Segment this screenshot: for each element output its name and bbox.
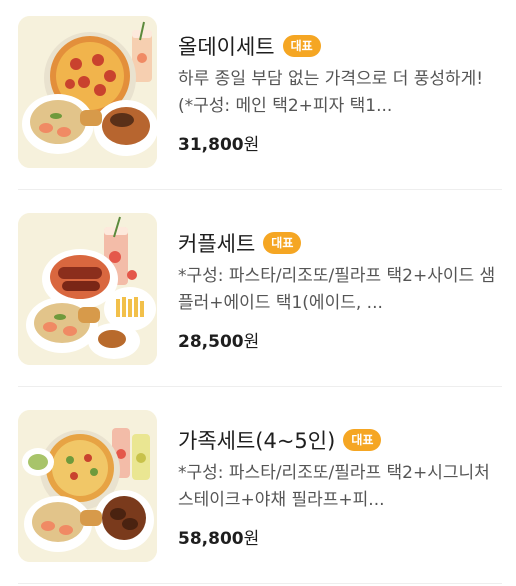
menu-item-price: 58,800원 (178, 524, 502, 549)
menu-item-all-day-set[interactable]: 올데이세트 대표 하루 종일 부담 없는 가격으로 더 풍성하게! (*구성: … (18, 16, 502, 168)
price-amount: 58,800 (178, 529, 244, 549)
menu-item-thumbnail (18, 410, 157, 562)
price-currency: 원 (243, 332, 260, 352)
menu-item-description: *구성: 파스타/리조또/필라프 택2+사이드 샘플러+에이드 택1(에이드, … (178, 266, 496, 313)
menu-item-info: 커플세트 대표 *구성: 파스타/리조또/필라프 택2+사이드 샘플러+에이드 … (178, 213, 502, 352)
signature-badge: 대표 (343, 429, 382, 451)
divider (18, 386, 502, 387)
price-currency: 원 (243, 135, 260, 155)
price-currency: 원 (243, 529, 260, 549)
menu-item-info: 올데이세트 대표 하루 종일 부담 없는 가격으로 더 풍성하게! (*구성: … (178, 16, 502, 155)
price-amount: 28,500 (178, 332, 244, 352)
menu-item-name: 가족세트(4~5인) (178, 429, 336, 453)
menu-item-name: 올데이세트 (178, 35, 275, 59)
signature-badge: 대표 (263, 232, 302, 254)
menu-item-description: *구성: 파스타/리조또/필라프 택2+시그니처 스테이크+야채 필라프+피..… (178, 463, 490, 510)
signature-badge: 대표 (282, 35, 321, 57)
menu-item-info: 가족세트(4~5인) 대표 *구성: 파스타/리조또/필라프 택2+시그니처 스… (178, 410, 502, 549)
price-amount: 31,800 (178, 135, 244, 155)
menu-item-description: 하루 종일 부담 없는 가격으로 더 풍성하게! (*구성: 메인 택2+피자 … (178, 69, 484, 116)
divider (18, 583, 502, 584)
menu-list: 올데이세트 대표 하루 종일 부담 없는 가격으로 더 풍성하게! (*구성: … (0, 0, 516, 586)
menu-item-price: 28,500원 (178, 327, 502, 352)
divider (18, 189, 502, 190)
menu-item-name: 커플세트 (178, 232, 256, 256)
menu-item-price: 31,800원 (178, 130, 502, 155)
menu-item-couple-set[interactable]: 커플세트 대표 *구성: 파스타/리조또/필라프 택2+사이드 샘플러+에이드 … (18, 213, 502, 365)
menu-item-thumbnail (18, 16, 157, 168)
menu-item-family-set[interactable]: 가족세트(4~5인) 대표 *구성: 파스타/리조또/필라프 택2+시그니처 스… (18, 410, 502, 562)
menu-item-thumbnail (18, 213, 157, 365)
